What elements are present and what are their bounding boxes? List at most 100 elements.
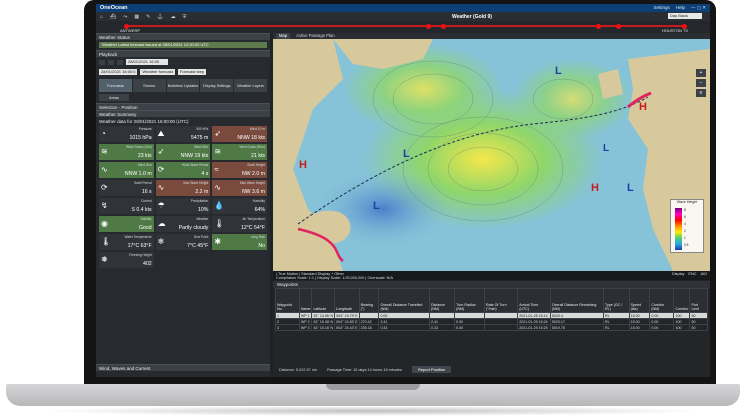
playback-header[interactable]: Playback <box>96 50 270 57</box>
zoom-in-button[interactable]: + <box>696 69 706 77</box>
table-cell[interactable]: 15.00 <box>628 324 651 331</box>
display-toggle[interactable]: Display <box>672 272 684 279</box>
shield-icon[interactable]: ⛨ <box>183 14 187 20</box>
weather-cell[interactable]: ∿ Wind Sea NNW 1.0 m <box>99 162 154 178</box>
table-cell[interactable]: 100 <box>673 324 691 331</box>
column-header[interactable]: Name <box>298 288 313 313</box>
playback-time-field[interactable]: 28/01/2021 16:00 <box>126 59 168 65</box>
play-button[interactable] <box>108 59 114 65</box>
weather-cell[interactable]: ⟳ Swell Period 16 s <box>99 180 154 196</box>
weather-status-header[interactable]: Weather Status <box>96 33 270 40</box>
summary-header[interactable]: Weather Summary <box>96 110 270 117</box>
weather-cell[interactable]: ☁ Weather Partly cloudy <box>155 216 211 232</box>
aio-toggle[interactable]: AIO <box>700 272 707 279</box>
column-header[interactable]: Distance (NM) <box>429 288 456 313</box>
help-link[interactable]: Help <box>676 5 685 11</box>
ship-icon[interactable]: ⛴ <box>110 14 116 20</box>
table-cell[interactable]: 2021-01-29 15:25 <box>517 324 551 331</box>
weather-cell[interactable]: ◉ Visibility Good <box>99 216 154 232</box>
weather-cell[interactable]: ☂ Precipitation 10% <box>155 198 211 214</box>
table-cell[interactable]: RL <box>603 324 630 331</box>
column-header[interactable]: Type (GC / RL) <box>603 288 630 313</box>
column-header[interactable]: Turn Radius (NM) <box>454 288 485 313</box>
weather-cell[interactable]: ≋ Wind Gusts (10m) 23 kts <box>99 144 154 160</box>
selection-header[interactable]: Selection - Position <box>96 103 270 110</box>
column-header[interactable]: Corridor (NM) <box>649 288 675 313</box>
table-cell[interactable]: 0.33 <box>378 324 431 331</box>
enc-toggle[interactable]: ENC <box>688 272 696 279</box>
column-header[interactable]: Corridor <box>673 288 691 313</box>
column-header[interactable]: Overall Distance Remaining (NM) <box>549 288 605 313</box>
table-cell[interactable]: 235.18 <box>358 324 380 331</box>
weather-cell[interactable]: ✱ Icing Risk No <box>212 234 267 250</box>
weather-cell[interactable]: ❅ Freezing Height 402 <box>99 252 154 268</box>
column-header[interactable]: Bearing (°) <box>358 288 380 313</box>
route-progress: ANTWERP HOUSTON TX <box>96 21 710 33</box>
tab-forecasts[interactable]: Forecasts <box>99 79 132 92</box>
table-cell[interactable]: 0.00 <box>454 324 485 331</box>
table-row[interactable]: 3 WP 3 51° 15.16' N 004° 24.43' E 235.18 0.33… <box>275 324 708 331</box>
column-header[interactable]: Waypoint No. <box>275 288 300 313</box>
waypoints-header[interactable]: Waypoints <box>273 281 710 288</box>
table-cell[interactable]: WP 3 <box>298 324 313 331</box>
table-cell[interactable] <box>483 324 519 331</box>
column-header[interactable]: Port Limit <box>689 288 708 313</box>
tab-display-settings[interactable]: Display Settings <box>200 79 234 92</box>
chart-icon[interactable]: ▦ <box>134 14 139 20</box>
table-cell[interactable]: 5019.75 <box>549 324 605 331</box>
table-cell[interactable]: 3 <box>275 324 300 331</box>
column-header[interactable]: Longitude <box>334 288 360 313</box>
playback-source-select[interactable]: Weather forecast <box>140 69 175 75</box>
weather-map[interactable]: L H L L H L H L + − ≡ Wave Height 8 6 4 … <box>273 39 710 271</box>
weather-cell[interactable]: ≈ Swell Height NW 2.0 m <box>212 162 267 178</box>
tab-storms[interactable]: Storms <box>132 79 166 92</box>
weather-cell[interactable]: ⛰ 500 hPa 5475 m <box>155 126 211 142</box>
route-waypoint-dot[interactable] <box>616 23 621 29</box>
window-controls[interactable]: — ▢ ✕ <box>691 5 706 11</box>
weather-cell[interactable]: ≋ Wind Gusts (50m) 21 kts <box>212 144 267 160</box>
table-cell[interactable]: 0.00 <box>649 324 675 331</box>
weather-cell[interactable]: ∿ Max Wave Height NW 3.6 m <box>212 180 267 196</box>
route-waypoint-dot[interactable] <box>441 23 446 29</box>
playback-date-select[interactable]: 28/01/2021 16:00:0 <box>99 69 138 75</box>
route-icon[interactable]: ⤳ <box>123 14 127 20</box>
weather-cell[interactable]: ↯ Current S 0.4 kts <box>99 198 154 214</box>
report-position-button[interactable]: Report Position <box>411 366 452 373</box>
weather-cell[interactable]: ◔ Pressure 1015 hPa <box>99 126 154 142</box>
layers-button[interactable]: ≡ <box>696 89 706 97</box>
column-header[interactable]: Overall Distance Travelled (NM) <box>378 288 431 313</box>
table-cell[interactable]: 50 <box>689 324 708 331</box>
table-cell[interactable]: 0.33 <box>429 324 456 331</box>
settings-link[interactable]: Settings <box>653 5 669 11</box>
column-header[interactable]: Rate Of Turn (°/min) <box>483 288 519 313</box>
route-waypoint-dot[interactable] <box>596 23 601 29</box>
table-cell[interactable]: 51° 15.16' N <box>311 324 336 331</box>
weather-cell[interactable]: 🌡 Air Temperature 12°C 54°F <box>212 216 267 232</box>
weather-cell[interactable]: ➶ Wind 50m NNW 19 kts <box>155 144 211 160</box>
weather-cell[interactable]: ⟳ Wind Wave Period 4 s <box>155 162 211 178</box>
weather-icon[interactable]: ☁ <box>171 14 176 20</box>
column-header[interactable]: Latitude <box>311 288 336 313</box>
home-icon[interactable]: ⌂ <box>100 14 103 20</box>
weather-status-text: Weather Latest forecast issued at 28/01/… <box>99 42 267 48</box>
route-waypoint-dot[interactable] <box>426 23 431 29</box>
playback-step-select[interactable]: Forecast step <box>177 69 207 75</box>
weather-cell[interactable]: 🌡 Water Temperature 17°C 63°F <box>99 234 154 250</box>
palette-select[interactable]: Day Black <box>668 13 702 19</box>
table-cell[interactable]: 004° 24.43' E <box>334 324 360 331</box>
wind-waves-header[interactable]: Wind, Waves and Current <box>96 364 270 371</box>
weather-cell[interactable]: ➶ Wind 10 m NNW 18 kts <box>212 126 267 142</box>
weather-cell[interactable]: ∿ Max Wave Height 2.2 m <box>155 180 211 196</box>
anchor-icon[interactable]: ⚓ <box>157 14 163 20</box>
stop-button[interactable] <box>117 59 123 65</box>
column-header[interactable]: Arrival Time (UTC) <box>517 288 551 313</box>
rewind-button[interactable] <box>99 59 105 65</box>
tab-weather-layers[interactable]: Weather Layers <box>234 79 267 92</box>
weather-cell[interactable]: 💧 Humidity 64% <box>212 198 267 214</box>
weather-cell[interactable]: ❄ Dew Point 7°C 45°F <box>155 234 211 250</box>
tab-areas[interactable]: Areas <box>99 94 129 101</box>
tab-bulletins[interactable]: Bulletins/ Updates <box>166 79 200 92</box>
zoom-out-button[interactable]: − <box>696 79 706 87</box>
column-header[interactable]: Speed (kts) <box>628 288 651 313</box>
tools-icon[interactable]: ✎ <box>146 14 150 20</box>
